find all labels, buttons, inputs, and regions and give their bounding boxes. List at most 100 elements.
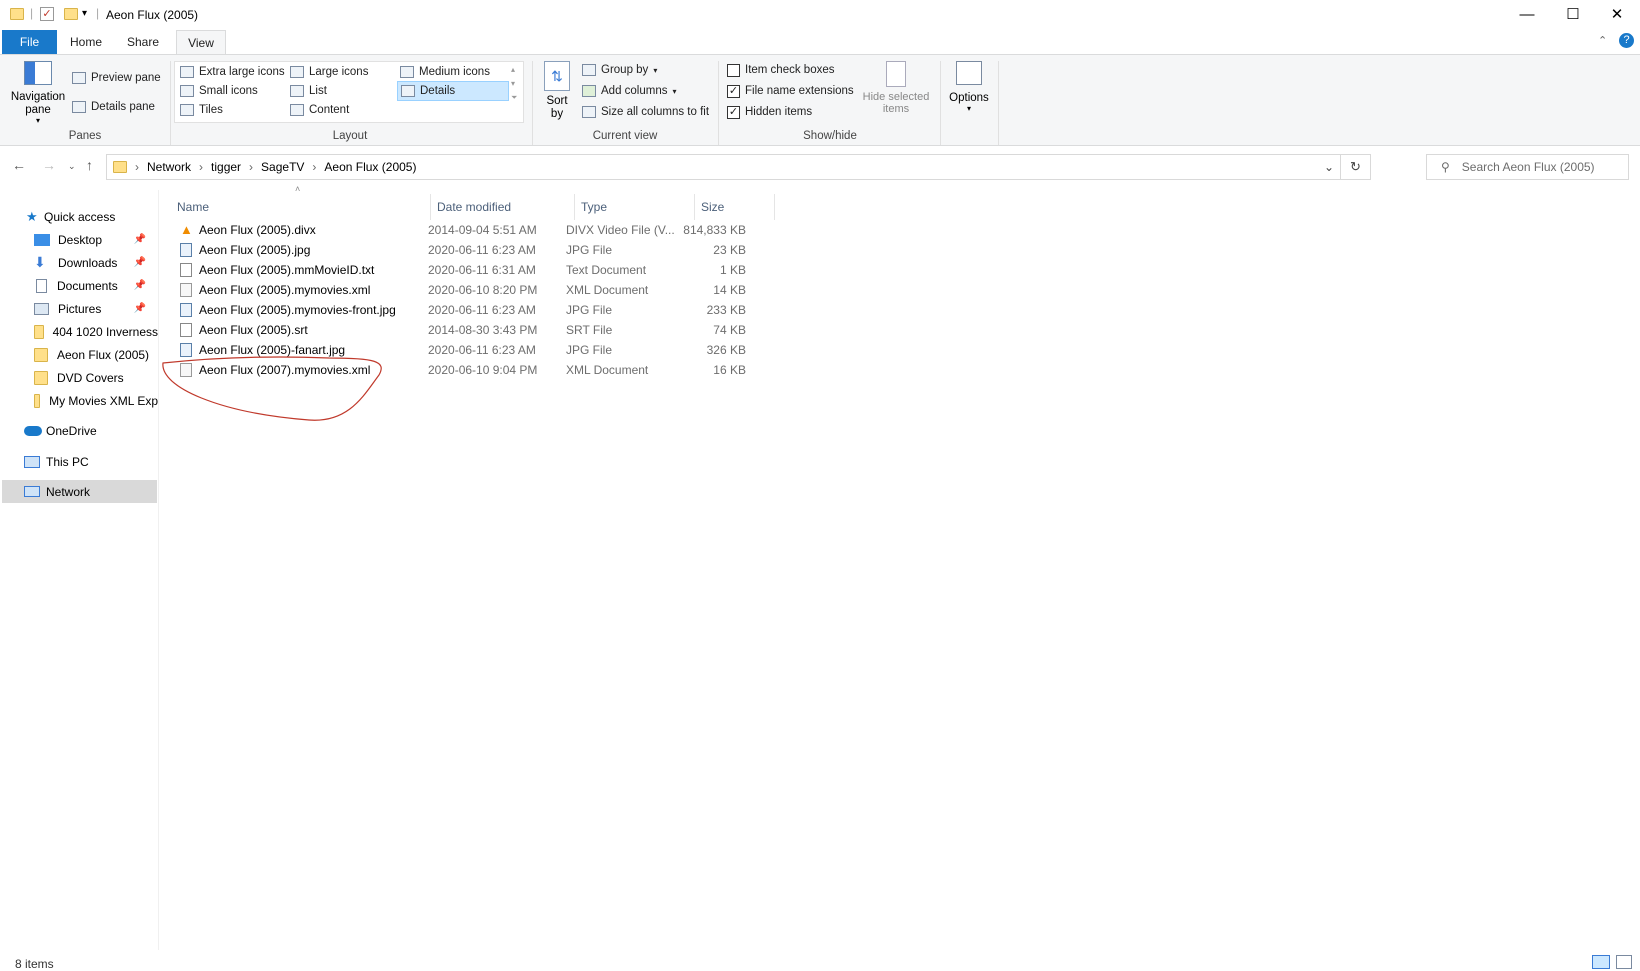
- navigation-pane-button[interactable]: Navigation pane ▾: [8, 61, 68, 125]
- sort-by-button[interactable]: ⇅ Sort by: [540, 61, 574, 121]
- details-pane-button[interactable]: Details pane: [72, 98, 155, 116]
- file-type: XML Document: [566, 363, 649, 377]
- sidebar-item-recent-folder[interactable]: DVD Covers: [0, 366, 158, 389]
- size-all-columns-label: Size all columns to fit: [601, 106, 710, 118]
- layout-tiles[interactable]: Tiles: [180, 101, 223, 119]
- up-arrow-icon[interactable]: ↑: [86, 157, 93, 173]
- search-input[interactable]: ⚲ Search Aeon Flux (2005): [1426, 154, 1629, 180]
- image-file-icon: [180, 303, 192, 317]
- back-arrow-icon[interactable]: ←: [12, 157, 26, 173]
- forward-arrow-icon[interactable]: →: [42, 157, 56, 173]
- group-by-button[interactable]: Group by ▾: [582, 61, 657, 79]
- breadcrumb-tigger[interactable]: tigger: [211, 160, 241, 174]
- sidebar-item-recent-folder[interactable]: 404 1020 Inverness: [0, 320, 158, 343]
- sidebar-item-quick-access[interactable]: ★ Quick access: [0, 205, 158, 228]
- layout-scroll[interactable]: ▴ ▾ ⏷: [511, 63, 517, 105]
- sidebar-item-downloads[interactable]: ⬇ Downloads 📌: [0, 251, 158, 274]
- sidebar-item-desktop[interactable]: Desktop 📌: [0, 228, 158, 251]
- file-size: 74 KB: [713, 323, 746, 337]
- file-type: DIVX Video File (V...: [566, 223, 675, 237]
- chevron-down-icon: ▾: [35, 116, 40, 125]
- sidebar-item-this-pc[interactable]: This PC: [0, 450, 158, 473]
- add-columns-button[interactable]: Add columns ▾: [582, 82, 677, 100]
- hide-selected-items-label: Hide selected items: [862, 91, 930, 115]
- layout-small-icons[interactable]: Small icons: [180, 82, 258, 100]
- tab-file[interactable]: File: [2, 30, 57, 54]
- pin-icon[interactable]: 📌: [134, 257, 146, 268]
- sidebar-item-recent-folder[interactable]: My Movies XML Exp: [0, 389, 158, 412]
- sidebar-item-network[interactable]: Network: [2, 480, 157, 503]
- documents-icon: [36, 278, 47, 293]
- sidebar-item-pictures[interactable]: Pictures 📌: [0, 297, 158, 320]
- column-header-name[interactable]: Name: [171, 194, 431, 220]
- hide-selected-items-button[interactable]: Hide selected items: [858, 61, 934, 115]
- column-header-type[interactable]: Type: [575, 194, 695, 220]
- item-check-boxes-toggle[interactable]: Item check boxes: [727, 61, 834, 79]
- help-icon[interactable]: ?: [1619, 33, 1634, 48]
- file-name: Aeon Flux (2005).jpg: [199, 243, 311, 257]
- chevron-down-icon: ▾: [672, 86, 677, 96]
- refresh-icon[interactable]: ↻: [1340, 155, 1370, 179]
- file-row[interactable]: ▲ Aeon Flux (2005).divx 2014-09-04 5:51 AM…: [176, 220, 936, 240]
- address-bar[interactable]: › Network › tigger › SageTV › Aeon Flux …: [106, 154, 1371, 180]
- breadcrumb-network[interactable]: Network: [147, 160, 191, 174]
- desktop-icon: [34, 233, 50, 246]
- pin-icon[interactable]: 📌: [134, 280, 146, 291]
- preview-pane-button[interactable]: Preview pane: [72, 69, 161, 87]
- sidebar-item-documents[interactable]: Documents 📌: [0, 274, 158, 297]
- breadcrumb-sagetv[interactable]: SageTV: [261, 160, 304, 174]
- details-view-icon[interactable]: [1592, 955, 1610, 969]
- layout-extra-large-icons[interactable]: Extra large icons: [180, 63, 285, 81]
- breadcrumb-current[interactable]: Aeon Flux (2005): [324, 160, 416, 174]
- sidebar-item-label: Documents: [57, 278, 118, 293]
- list-icon: [290, 85, 304, 97]
- close-button[interactable]: ✕: [1594, 0, 1640, 30]
- file-name: Aeon Flux (2005).mymovies-front.jpg: [199, 303, 396, 317]
- minimize-button[interactable]: —: [1504, 0, 1550, 30]
- file-row[interactable]: Aeon Flux (2005).mymovies.xml 2020-06-10 …: [176, 280, 936, 300]
- navigation-pane-icon: [24, 61, 52, 85]
- layout-list[interactable]: List: [290, 82, 327, 100]
- hidden-items-toggle[interactable]: ✓ Hidden items: [727, 103, 812, 121]
- folder-icon: [10, 8, 24, 20]
- pin-icon[interactable]: 📌: [134, 234, 146, 245]
- sidebar-item-label: Aeon Flux (2005): [57, 347, 150, 362]
- preview-pane-icon: [72, 72, 86, 84]
- star-icon: ★: [26, 208, 38, 224]
- collapse-ribbon-icon[interactable]: ⌃: [1598, 34, 1607, 47]
- file-row[interactable]: Aeon Flux (2005).jpg 2020-06-11 6:23 AM JP…: [176, 240, 936, 260]
- tab-view[interactable]: View: [176, 30, 226, 55]
- tab-share[interactable]: Share: [118, 30, 168, 54]
- recent-locations-icon[interactable]: ⌄: [68, 161, 76, 172]
- network-icon: [24, 486, 40, 497]
- navigation-bar: ← → ⌄ ↑ › Network › tigger › SageTV › Ae…: [0, 147, 1640, 187]
- file-name: Aeon Flux (2005).divx: [199, 223, 316, 237]
- file-row[interactable]: Aeon Flux (2005).mmMovieID.txt 2020-06-11…: [176, 260, 936, 280]
- column-header-date-modified[interactable]: Date modified: [431, 194, 575, 220]
- sidebar-item-onedrive[interactable]: OneDrive: [0, 419, 158, 442]
- pin-icon[interactable]: 📌: [134, 303, 146, 314]
- new-folder-icon[interactable]: [64, 8, 78, 20]
- layout-large-icons[interactable]: Large icons: [290, 63, 368, 81]
- current-view-group-label: Current view: [592, 130, 658, 142]
- options-icon: [956, 61, 982, 85]
- layout-details[interactable]: Details: [397, 81, 509, 101]
- file-row[interactable]: Aeon Flux (2005).mymovies-front.jpg 2020-…: [176, 300, 936, 320]
- maximize-button[interactable]: ☐: [1550, 0, 1596, 30]
- file-row[interactable]: Aeon Flux (2005).srt 2014-08-30 3:43 PM SR…: [176, 320, 936, 340]
- size-columns-icon: [582, 106, 596, 118]
- layout-medium-icons[interactable]: Medium icons: [400, 63, 490, 81]
- file-name-extensions-toggle[interactable]: ✓ File name extensions: [727, 82, 854, 100]
- hidden-items-checkbox: ✓: [727, 105, 740, 119]
- address-dropdown-icon[interactable]: ⌄: [1324, 160, 1334, 174]
- size-all-columns-button[interactable]: Size all columns to fit: [582, 103, 709, 121]
- tab-home[interactable]: Home: [62, 30, 110, 54]
- options-button[interactable]: Options ▾: [944, 61, 994, 113]
- layout-content[interactable]: Content: [290, 101, 349, 119]
- customize-toolbar-icon[interactable]: ▾: [82, 8, 87, 19]
- large-icons-view-icon[interactable]: [1616, 955, 1632, 969]
- search-icon: ⚲: [1441, 160, 1450, 174]
- properties-icon[interactable]: ✓: [40, 7, 54, 21]
- sidebar-item-recent-folder[interactable]: Aeon Flux (2005): [0, 343, 158, 366]
- column-header-size[interactable]: Size: [695, 194, 775, 220]
